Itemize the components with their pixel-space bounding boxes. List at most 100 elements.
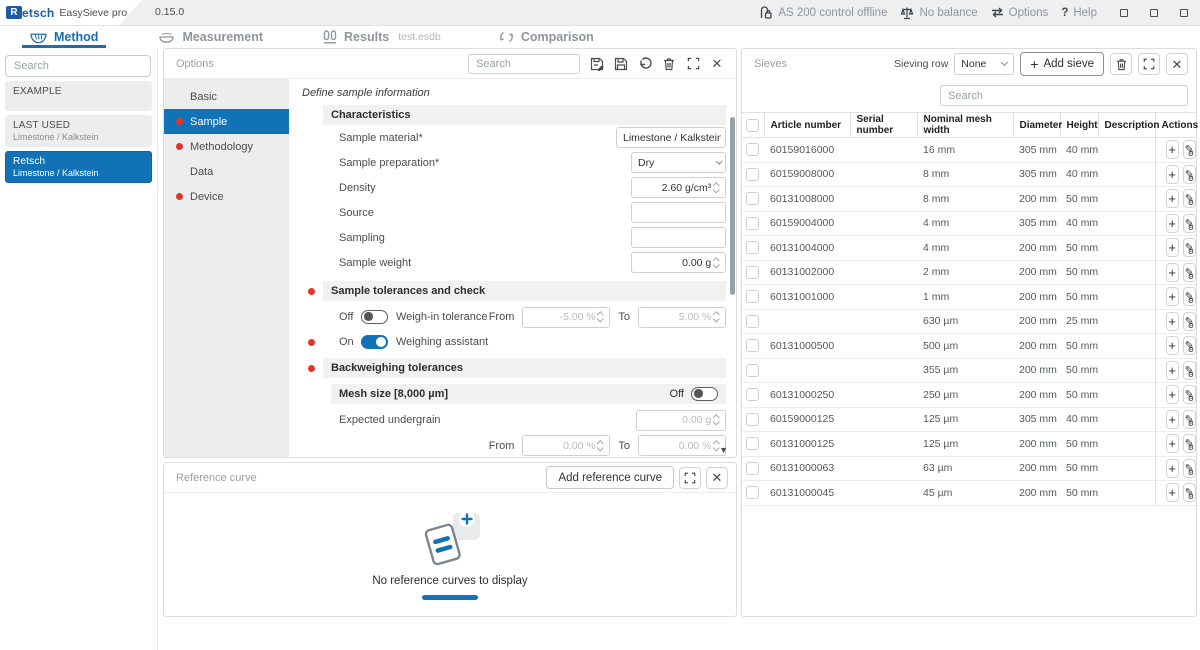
add-sieve-to-row-button[interactable]: + [1166, 336, 1179, 355]
row-checkbox[interactable] [746, 241, 759, 254]
sample-material-input[interactable] [623, 132, 721, 144]
app-options-button[interactable]: Options [991, 7, 1049, 19]
sieve-table-row[interactable]: 355 µm 200 mm 50 mm + ✎⚙ [742, 358, 1196, 383]
sieve-table-row[interactable]: 60131001000 1 mm 200 mm 50 mm + ✎⚙ [742, 285, 1196, 310]
sieve-table-row[interactable]: 60131000125 125 µm 200 mm 50 mm + ✎⚙ [742, 432, 1196, 457]
spinner-icon[interactable] [711, 258, 721, 268]
nav-item-methodology[interactable]: Methodology [164, 134, 289, 159]
add-sieve-to-row-button[interactable]: + [1166, 263, 1179, 282]
edit-sieve-button[interactable]: ✎⚙ [1183, 410, 1196, 429]
save-button[interactable] [610, 53, 632, 75]
add-sieve-to-row-button[interactable]: + [1166, 410, 1179, 429]
fullscreen-button[interactable] [682, 53, 704, 75]
add-reference-curve-button[interactable]: Add reference curve [546, 466, 674, 489]
weigh-in-to-input[interactable] [645, 311, 711, 323]
nav-item-basic[interactable]: Basic [164, 84, 289, 109]
add-sieve-to-row-button[interactable]: + [1166, 312, 1179, 331]
density-input[interactable] [638, 182, 711, 194]
sieve-table-row[interactable]: 60131002000 2 mm 200 mm 50 mm + ✎⚙ [742, 260, 1196, 285]
sieve-table-row[interactable]: 630 µm 200 mm 25 mm + ✎⚙ [742, 309, 1196, 334]
sampling-input[interactable] [638, 232, 721, 244]
method-search-input[interactable] [5, 55, 151, 77]
sieve-table-row[interactable]: 60159008000 8 mm 305 mm 40 mm + ✎⚙ [742, 162, 1196, 187]
add-sieve-button[interactable]: + Add sieve [1020, 52, 1104, 76]
edit-sieve-button[interactable]: ✎⚙ [1183, 263, 1196, 282]
maximize-button[interactable] [1150, 9, 1158, 17]
spinner-icon[interactable] [711, 183, 721, 193]
sieve-table-row[interactable]: 60131000500 500 µm 200 mm 50 mm + ✎⚙ [742, 334, 1196, 359]
edit-sieve-button[interactable]: ✎⚙ [1183, 336, 1196, 355]
sieve-table-row[interactable]: 60131000045 45 µm 200 mm 50 mm + ✎⚙ [742, 481, 1196, 506]
scroll-down-indicator[interactable]: ▼ [719, 445, 728, 455]
row-checkbox[interactable] [746, 462, 759, 475]
tab-measurement[interactable]: Measurement [158, 26, 263, 48]
close-panel-button[interactable]: ✕ [706, 53, 728, 75]
edit-sieve-button[interactable]: ✎⚙ [1183, 459, 1196, 478]
edit-sieve-button[interactable]: ✎⚙ [1183, 287, 1196, 306]
weigh-in-tolerance-toggle[interactable] [361, 310, 388, 324]
add-sieve-to-row-button[interactable]: + [1166, 238, 1179, 257]
row-checkbox[interactable] [746, 192, 759, 205]
edit-sieve-button[interactable]: ✎⚙ [1183, 189, 1196, 208]
sieving-row-select[interactable]: None [954, 53, 1014, 75]
source-input[interactable] [638, 207, 721, 219]
row-checkbox[interactable] [746, 339, 759, 352]
method-group-retsch-selected[interactable]: Retsch Limestone / Kalkstein [5, 151, 152, 183]
nav-item-device[interactable]: Device [164, 184, 289, 209]
nav-item-data[interactable]: Data [164, 159, 289, 184]
add-sieve-to-row-button[interactable]: + [1166, 287, 1179, 306]
edit-sieve-button[interactable]: ✎⚙ [1183, 140, 1196, 159]
form-scrollbar[interactable] [730, 117, 735, 295]
options-search-input[interactable] [468, 54, 580, 74]
edit-sieve-button[interactable]: ✎⚙ [1183, 214, 1196, 233]
delete-button[interactable] [658, 53, 680, 75]
row-checkbox[interactable] [746, 315, 759, 328]
balance-status[interactable]: No balance [900, 6, 977, 20]
sieve-table-row[interactable]: 60159000125 125 µm 305 mm 40 mm + ✎⚙ [742, 407, 1196, 432]
reference-close-button[interactable]: ✕ [706, 467, 728, 489]
sample-preparation-select[interactable] [631, 152, 726, 173]
add-sieve-to-row-button[interactable]: + [1166, 483, 1179, 502]
add-sieve-to-row-button[interactable]: + [1166, 385, 1179, 404]
row-checkbox[interactable] [746, 486, 759, 499]
tab-results[interactable]: Results test.esdb [323, 26, 441, 48]
row-checkbox[interactable] [746, 143, 759, 156]
mesh-size-toggle[interactable] [691, 387, 718, 401]
edit-sieve-button[interactable]: ✎⚙ [1183, 361, 1196, 380]
sieve-table-row[interactable]: 60131008000 8 mm 200 mm 50 mm + ✎⚙ [742, 187, 1196, 212]
row-checkbox[interactable] [746, 364, 759, 377]
sieve-table-row[interactable]: 60131000063 63 µm 200 mm 50 mm + ✎⚙ [742, 456, 1196, 481]
sieves-close-button[interactable]: ✕ [1166, 53, 1188, 75]
add-sieve-to-row-button[interactable]: + [1166, 165, 1179, 184]
undergrain-input[interactable] [643, 414, 711, 426]
method-group-example[interactable]: EXAMPLE [5, 81, 152, 111]
row-checkbox[interactable] [746, 266, 759, 279]
tab-comparison[interactable]: Comparison [499, 26, 594, 48]
edit-sieve-button[interactable]: ✎⚙ [1183, 385, 1196, 404]
save-as-button[interactable] [586, 53, 608, 75]
row-checkbox[interactable] [746, 168, 759, 181]
row-checkbox[interactable] [746, 413, 759, 426]
sieve-table-row[interactable]: 60131004000 4 mm 200 mm 50 mm + ✎⚙ [742, 236, 1196, 261]
tab-method[interactable]: Method [30, 26, 98, 48]
add-sieve-to-row-button[interactable]: + [1166, 189, 1179, 208]
sieve-table-row[interactable]: 60131000250 250 µm 200 mm 50 mm + ✎⚙ [742, 383, 1196, 408]
row-checkbox[interactable] [746, 388, 759, 401]
backweigh-from-input[interactable] [529, 440, 595, 452]
sieve-table-row[interactable]: 60159016000 16 mm 305 mm 40 mm + ✎⚙ [742, 138, 1196, 163]
edit-sieve-button[interactable]: ✎⚙ [1183, 238, 1196, 257]
add-sieve-to-row-button[interactable]: + [1166, 361, 1179, 380]
edit-sieve-button[interactable]: ✎⚙ [1183, 434, 1196, 453]
undo-button[interactable] [634, 53, 656, 75]
sieve-search-input[interactable] [940, 85, 1188, 106]
weigh-in-from-input[interactable] [529, 311, 595, 323]
edit-sieve-button[interactable]: ✎⚙ [1183, 165, 1196, 184]
weighing-assistant-toggle[interactable] [361, 335, 388, 349]
row-checkbox[interactable] [746, 290, 759, 303]
row-checkbox[interactable] [746, 217, 759, 230]
close-window-button[interactable] [1180, 9, 1188, 17]
sieves-delete-button[interactable] [1110, 53, 1132, 75]
edit-sieve-button[interactable]: ✎⚙ [1183, 483, 1196, 502]
sieves-fullscreen-button[interactable] [1138, 53, 1160, 75]
reference-fullscreen-button[interactable] [679, 467, 701, 489]
